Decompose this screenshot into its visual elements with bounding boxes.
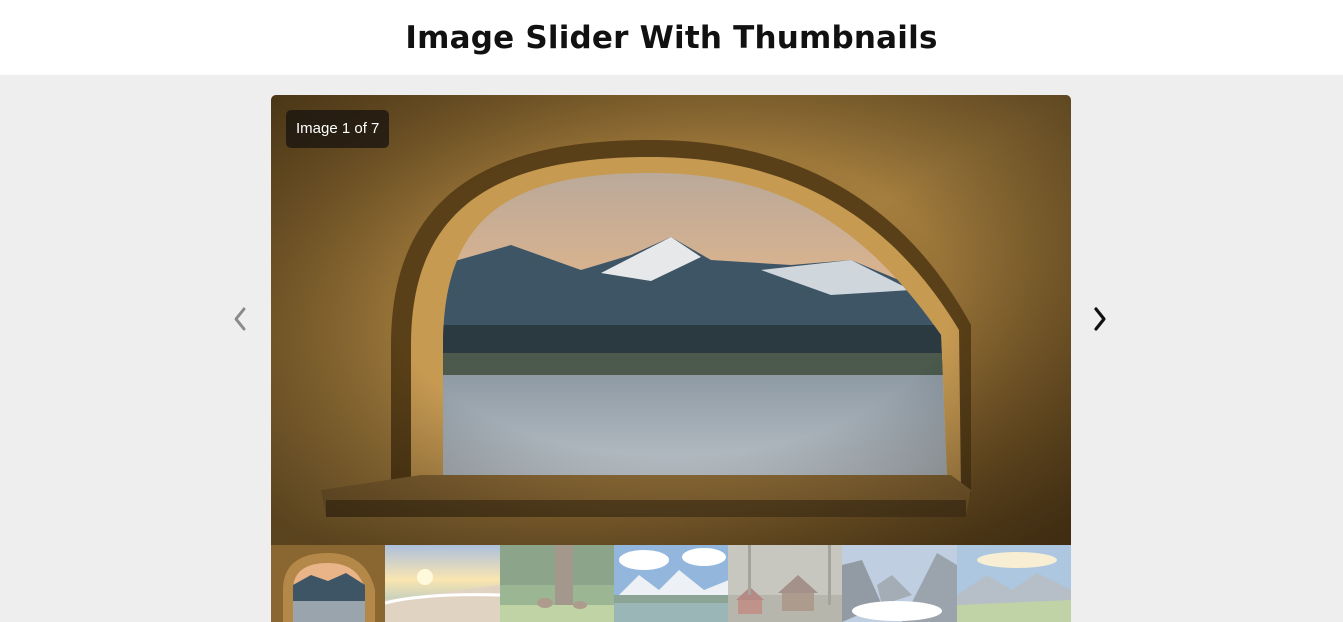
- thumbnail-cabins[interactable]: [728, 545, 843, 622]
- chevron-left-icon: [234, 307, 246, 331]
- page-header: Image Slider With Thumbnails: [0, 0, 1343, 75]
- page-title: Image Slider With Thumbnails: [405, 19, 938, 56]
- image-counter: Image 1 of 7: [286, 110, 390, 148]
- thumbnail-mountain-lake[interactable]: [613, 545, 729, 622]
- thumbnail-forest[interactable]: [499, 545, 614, 622]
- prev-button[interactable]: [224, 303, 256, 335]
- thumbnail-strip: [271, 545, 1071, 622]
- thumbnail-arched-window[interactable]: [271, 545, 386, 622]
- chevron-right-icon: [1094, 307, 1106, 331]
- next-button[interactable]: [1084, 303, 1116, 335]
- main-slide: Image 1 of 7: [271, 95, 1071, 545]
- thumbnail-alpine[interactable]: [956, 545, 1071, 622]
- thumbnail-beach[interactable]: [385, 545, 500, 622]
- thumbnail-valley[interactable]: [842, 545, 957, 622]
- main-image: [271, 95, 1071, 545]
